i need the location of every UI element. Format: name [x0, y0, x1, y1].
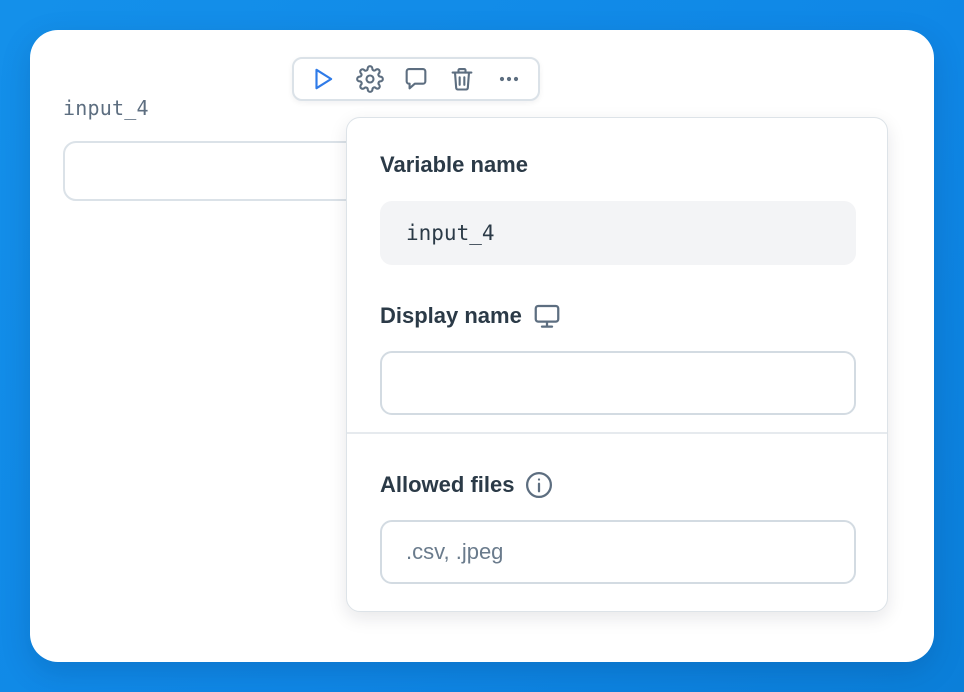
- delete-button[interactable]: [444, 61, 480, 97]
- cell-toolbar: [292, 57, 540, 101]
- more-button[interactable]: [491, 61, 527, 97]
- section-divider: [347, 432, 887, 434]
- display-name-input[interactable]: [380, 351, 856, 415]
- display-name-label: Display name: [380, 301, 562, 331]
- variable-name-label: Variable name: [380, 152, 528, 178]
- more-horizontal-icon: [499, 76, 518, 82]
- comment-icon: [405, 68, 427, 90]
- info-icon[interactable]: [524, 470, 554, 500]
- cell-input[interactable]: [63, 141, 383, 201]
- variable-name-value: input_4: [406, 221, 495, 245]
- cell-variable-label: input_4: [63, 96, 149, 120]
- variable-name-label-text: Variable name: [380, 152, 528, 177]
- allowed-files-label-text: Allowed files: [380, 472, 515, 497]
- gear-icon: [355, 65, 384, 93]
- allowed-files-label: Allowed files: [380, 470, 554, 500]
- comment-button[interactable]: [398, 61, 434, 97]
- trash-icon: [451, 68, 473, 91]
- monitor-icon: [534, 304, 560, 328]
- run-button[interactable]: [305, 61, 341, 97]
- play-icon: [315, 68, 333, 90]
- cell-card: input_4 Variable name input_4 Display na…: [30, 30, 934, 662]
- settings-button[interactable]: [352, 61, 388, 97]
- display-name-label-text: Display name: [380, 303, 522, 328]
- settings-popover: Variable name input_4 Display name Allow…: [346, 117, 888, 612]
- variable-name-field[interactable]: input_4: [380, 201, 856, 265]
- allowed-files-input[interactable]: [380, 520, 856, 584]
